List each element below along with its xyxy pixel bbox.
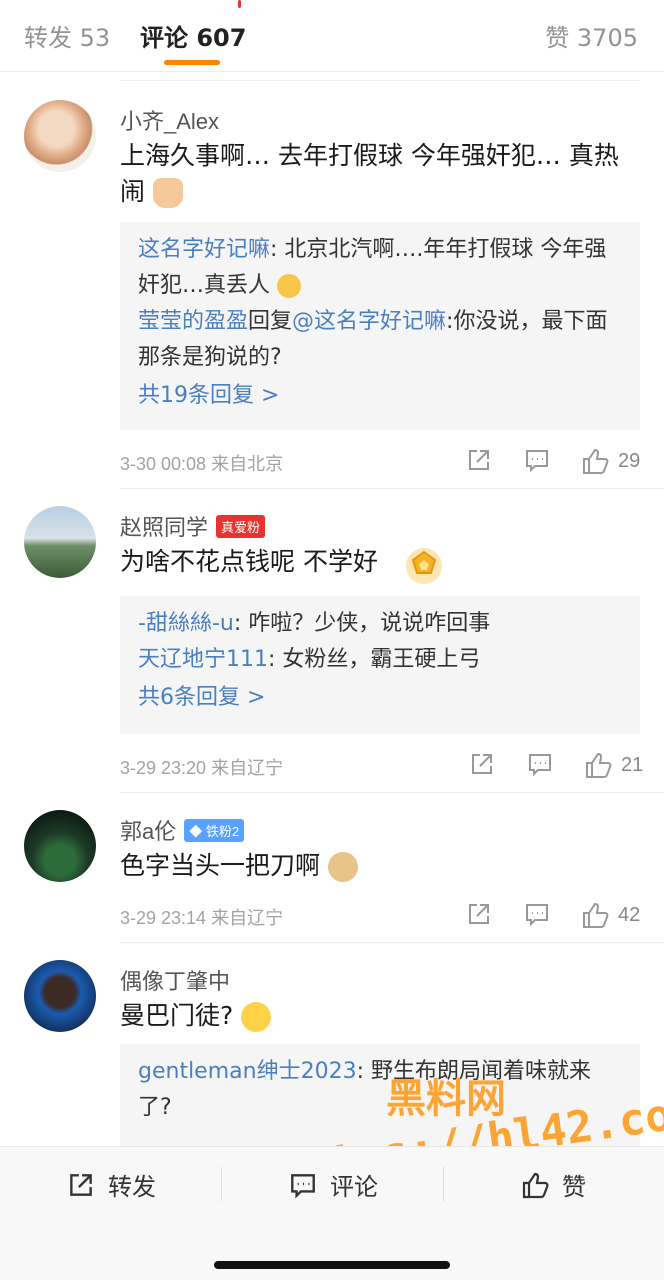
like-button[interactable]: 赞 <box>520 1167 586 1202</box>
thumbs-up-emoji-icon <box>152 178 183 208</box>
reply-line: 莹莹的盈盈回复@这名字好记嘛:你没说，最下面那条是狗说的? <box>138 304 622 376</box>
comment-time: 3-29 23:14 来自辽宁 <box>120 908 284 928</box>
author-name[interactable]: 赵照同学 <box>120 510 208 542</box>
share-icon[interactable] <box>465 900 493 933</box>
reply-line: gentleman绅士2023: 野生布朗局闻着味就来了? <box>138 1054 622 1126</box>
author-name[interactable]: 偶像丁肇中 <box>120 964 230 996</box>
reply-box[interactable]: 这名字好记嘛: 北京北汽啊….年年打假球 今年强奸犯…真丢人 莹莹的盈盈回复@这… <box>120 222 640 430</box>
like-count: 29 <box>618 449 641 472</box>
like-count: 42 <box>618 903 641 926</box>
comment-label: 评论 <box>330 1173 378 1201</box>
fan-badge-label: 铁粉2 <box>205 823 240 839</box>
comment-icon <box>291 1173 315 1199</box>
reply-verb: 回复 <box>248 309 293 334</box>
share-icon[interactable] <box>468 750 496 783</box>
reply-box[interactable]: gentleman绅士2023: 野生布朗局闻着味就来了? <box>120 1044 640 1148</box>
reply-author[interactable]: 天辽地宁111 <box>138 647 268 672</box>
like-label: 赞 <box>562 1173 586 1201</box>
reply-text: : 咋啦？少侠，说说咋回事 <box>233 611 491 636</box>
like-count: 21 <box>621 753 644 776</box>
fan-badge[interactable]: 真爱粉 <box>216 514 266 538</box>
share-icon[interactable] <box>465 446 493 479</box>
fan-badge[interactable]: ◆ 铁粉2 <box>184 818 245 842</box>
reply-author[interactable]: gentleman绅士2023 <box>138 1059 357 1084</box>
like-icon <box>522 1172 549 1198</box>
comment-icon[interactable] <box>523 446 551 479</box>
comment-author[interactable]: 赵照同学 真爱粉 <box>120 510 266 542</box>
reply-line: 这名字好记嘛: 北京北汽啊….年年打假球 今年强奸犯…真丢人 <box>138 232 622 304</box>
divider <box>120 80 640 81</box>
divider <box>120 792 664 793</box>
reply-mention[interactable]: @这名字好记嘛 <box>292 309 446 334</box>
avatar[interactable] <box>24 506 96 578</box>
comment-text: 曼巴门徒? <box>120 998 640 1034</box>
bottom-action-bar: 转发 评论 赞 <box>0 1146 664 1280</box>
comment-text: 色字当头一把刀啊 <box>120 848 640 884</box>
repost-label: 转发 <box>108 1173 156 1201</box>
comment-meta: 3-29 23:20 来自辽宁 21 <box>120 750 643 783</box>
comment-body: 色字当头一把刀啊 <box>120 851 321 880</box>
like-icon <box>583 902 609 928</box>
like-icon <box>586 752 612 778</box>
reply-author[interactable]: 莹莹的盈盈 <box>138 309 248 334</box>
active-tab-indicator <box>164 60 220 65</box>
separator <box>443 1167 444 1201</box>
comment-button[interactable]: 评论 <box>288 1167 378 1202</box>
laugh-cry-emoji-icon <box>241 1002 272 1032</box>
tab-comments[interactable]: 评论 607 <box>140 18 246 53</box>
author-name[interactable]: 郭a伦 <box>120 814 176 846</box>
reply-author[interactable]: 这名字好记嘛 <box>138 237 270 262</box>
comment-meta: 3-29 23:14 来自辽宁 42 <box>120 900 640 930</box>
comment-author[interactable]: 郭a伦 ◆ 铁粉2 <box>120 814 245 846</box>
reply-line: -甜絲絲-u: 咋啦？少侠，说说咋回事 <box>138 606 622 642</box>
comment-author[interactable]: 偶像丁肇中 <box>120 964 230 996</box>
like-button[interactable]: 42 <box>580 900 640 930</box>
more-replies-link[interactable]: 共19条回复 > <box>138 376 622 416</box>
emoji-icon <box>277 274 302 298</box>
comment-body: 为啥不花点钱呢 不学好 <box>120 547 378 576</box>
reply-text: : 女粉丝，霸王硬上弓 <box>268 647 481 672</box>
comment-icon[interactable] <box>526 750 554 783</box>
divider <box>120 488 664 489</box>
comment-icon[interactable] <box>523 900 551 933</box>
like-button[interactable]: 21 <box>583 750 643 780</box>
divider <box>120 942 664 943</box>
comment-text: 为啥不花点钱呢 不学好 <box>120 544 640 580</box>
comment-meta: 3-30 00:08 来自北京 29 <box>120 446 640 476</box>
doge-emoji-icon <box>327 852 358 882</box>
more-replies-link[interactable]: 共6条回复 > <box>138 678 622 718</box>
share-icon <box>70 1173 92 1196</box>
reply-author[interactable]: -甜絲絲-u <box>138 611 234 636</box>
tab-likes[interactable]: 赞 3705 <box>545 18 638 53</box>
like-button[interactable]: 29 <box>580 446 640 476</box>
avatar[interactable] <box>24 100 96 172</box>
author-name[interactable]: 小齐_Alex <box>120 104 219 136</box>
fan-medal-icon <box>400 542 448 590</box>
reply-line: 天辽地宁111: 女粉丝，霸王硬上弓 <box>138 642 622 678</box>
reply-box[interactable]: -甜絲絲-u: 咋啦？少侠，说说咋回事 天辽地宁111: 女粉丝，霸王硬上弓 共… <box>120 596 640 734</box>
comment-body: 曼巴门徒? <box>120 1001 234 1030</box>
avatar[interactable] <box>24 960 96 1032</box>
like-icon <box>583 448 609 474</box>
separator <box>221 1167 222 1201</box>
home-indicator[interactable] <box>214 1261 450 1269</box>
comment-body: 上海久事啊… 去年打假球 今年强奸犯… 真热闹 <box>120 141 619 206</box>
comment-time: 3-30 00:08 来自北京 <box>120 454 284 474</box>
comment-text: 上海久事啊… 去年打假球 今年强奸犯… 真热闹 <box>120 138 640 210</box>
tab-repost[interactable]: 转发 53 <box>24 18 110 53</box>
comment-time: 3-29 23:20 来自辽宁 <box>120 758 284 778</box>
comment-author[interactable]: 小齐_Alex <box>120 104 219 136</box>
comment-tabs: 转发 53 评论 607 赞 3705 <box>0 0 664 72</box>
repost-button[interactable]: 转发 <box>66 1167 156 1202</box>
top-sliver <box>238 0 241 8</box>
avatar[interactable] <box>24 810 96 882</box>
